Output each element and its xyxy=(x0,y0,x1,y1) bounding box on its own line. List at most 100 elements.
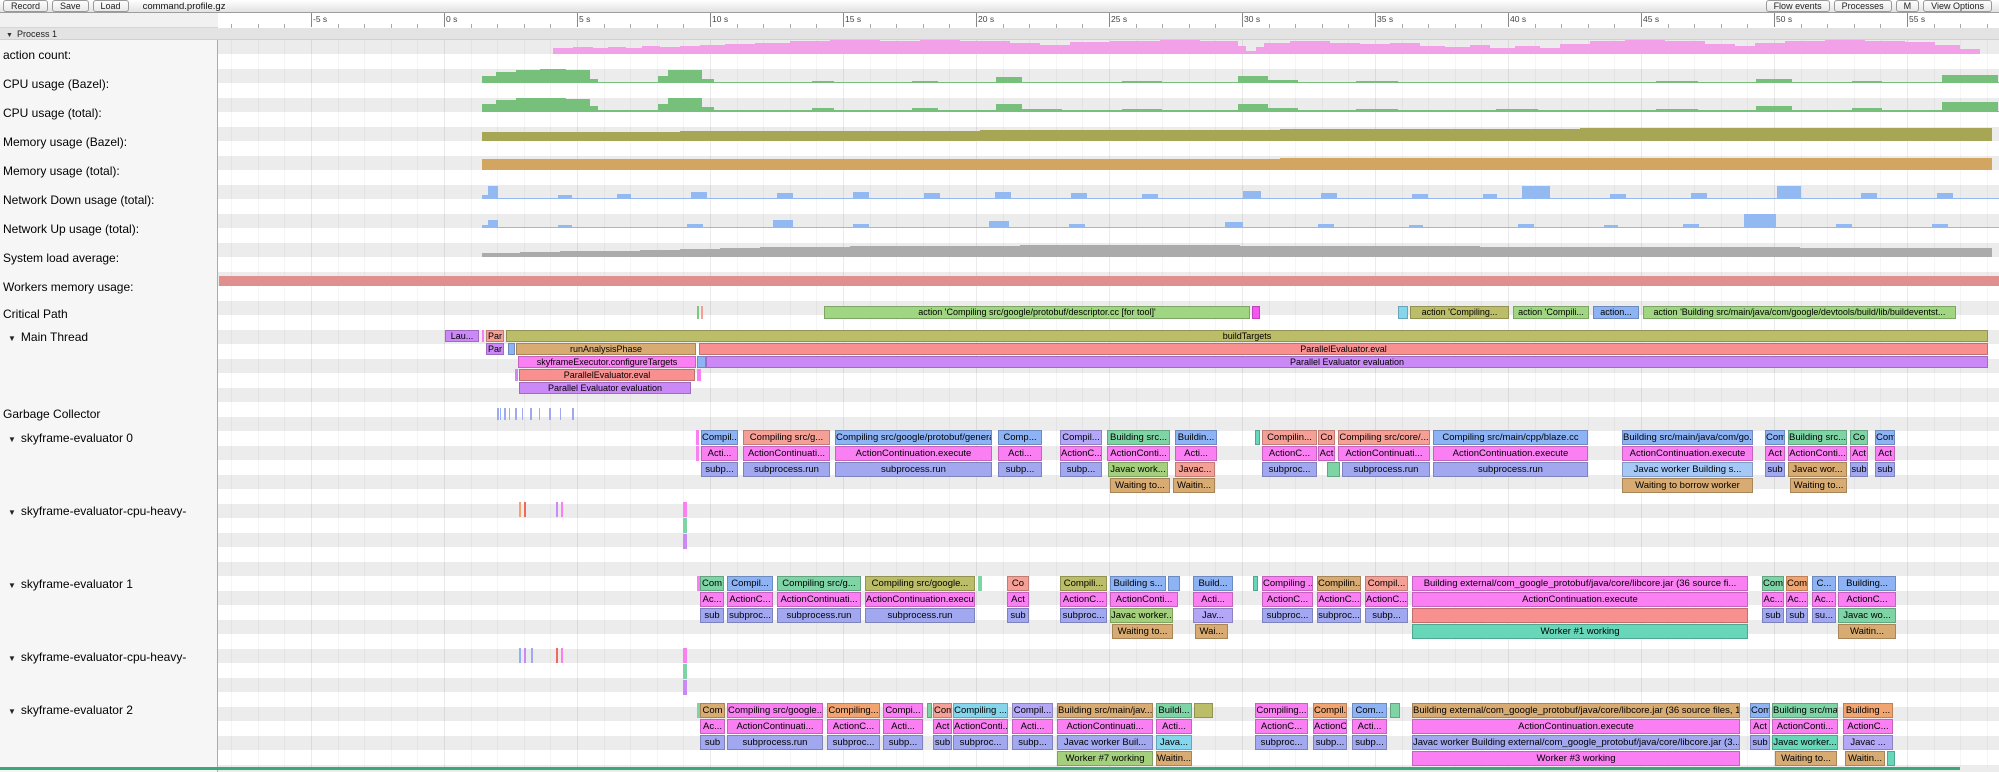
trace-slice[interactable]: sub xyxy=(1750,735,1770,750)
counter-bar-cpu-usage-bazel[interactable] xyxy=(1268,80,1298,83)
trace-slice[interactable] xyxy=(549,408,551,420)
trace-slice[interactable]: Buildi... xyxy=(1156,703,1192,718)
counter-bar-network-up-usage[interactable] xyxy=(773,220,793,228)
trace-slice[interactable]: Building external/com_google_protobuf/ja… xyxy=(1412,703,1740,718)
counter-bar-workers-memory-usage[interactable] xyxy=(419,276,619,286)
trace-slice[interactable]: Act xyxy=(1750,719,1770,734)
trace-slice[interactable]: Com xyxy=(1786,576,1808,591)
trace-slice[interactable]: Act xyxy=(1318,446,1335,461)
trace-slice[interactable]: sub xyxy=(1786,608,1808,623)
counter-bar-action-count[interactable] xyxy=(960,41,1010,54)
counter-bar-cpu-usage-bazel[interactable] xyxy=(590,79,598,83)
trace-slice[interactable]: ActionC... xyxy=(827,719,880,734)
counter-bar-system-load-average[interactable] xyxy=(720,248,760,257)
counter-bar-action-count[interactable] xyxy=(1238,46,1246,54)
counter-bar-cpu-usage-bazel[interactable] xyxy=(996,77,1022,83)
trace-slice[interactable]: Compiling src/main/cpp/blaze.cc xyxy=(1433,430,1588,445)
counter-bar-cpu-usage-total[interactable] xyxy=(1698,110,1756,112)
counter-bar-workers-memory-usage[interactable] xyxy=(1619,276,1819,286)
counter-bar-cpu-usage-bazel[interactable] xyxy=(1022,82,1062,83)
collapse-arrow-icon[interactable]: ▼ xyxy=(8,435,16,444)
counter-bar-memory-usage-bazel[interactable] xyxy=(1480,129,1580,141)
counter-bar-workers-memory-usage[interactable] xyxy=(1219,276,1419,286)
counter-bar-cpu-usage-bazel[interactable] xyxy=(1852,81,1882,83)
counter-bar-cpu-usage-bazel[interactable] xyxy=(1656,81,1698,83)
counter-bar-action-count[interactable] xyxy=(1935,45,1960,54)
trace-slice[interactable] xyxy=(524,648,526,663)
counter-bar-cpu-usage-bazel[interactable] xyxy=(1238,76,1268,83)
counter-bar-action-count[interactable] xyxy=(1110,41,1160,54)
trace-slice[interactable] xyxy=(1255,430,1260,445)
trace-slice[interactable]: Compil... xyxy=(1060,430,1102,445)
trace-slice[interactable] xyxy=(572,408,574,420)
trace-slice[interactable]: Worker #3 working xyxy=(1412,751,1740,766)
counter-bar-memory-usage-bazel[interactable] xyxy=(780,131,880,141)
trace-slice[interactable] xyxy=(696,430,699,445)
trace-slice[interactable]: Acti... xyxy=(1193,592,1233,607)
counter-bar-cpu-usage-total[interactable] xyxy=(598,110,658,112)
counter-bar-action-count[interactable] xyxy=(1625,40,1665,54)
trace-slice[interactable]: Compiling src/google... xyxy=(865,576,975,591)
counter-bar-cpu-usage-bazel[interactable] xyxy=(482,76,496,83)
counter-bar-workers-memory-usage[interactable] xyxy=(1019,276,1219,286)
load-button[interactable]: Load xyxy=(93,0,129,12)
view-options-button[interactable]: View Options xyxy=(1923,0,1992,12)
trace-slice[interactable]: action... xyxy=(1593,306,1639,319)
trace-slice[interactable] xyxy=(530,408,532,420)
counter-bar-cpu-usage-bazel[interactable] xyxy=(1398,82,1496,83)
trace-slice[interactable]: Waiting to... xyxy=(1112,624,1173,639)
counter-bar-network-up-usage[interactable] xyxy=(558,225,572,228)
counter-bar-network-down-usage[interactable] xyxy=(1522,186,1550,199)
counter-bar-system-load-average[interactable] xyxy=(1020,245,1080,257)
counter-bar-workers-memory-usage[interactable] xyxy=(819,276,1019,286)
trace-slice[interactable] xyxy=(683,664,687,679)
trace-slice[interactable]: Building... xyxy=(1838,576,1896,591)
trace-slice[interactable] xyxy=(515,408,517,420)
counter-bar-cpu-usage-total[interactable] xyxy=(1656,109,1698,112)
trace-slice[interactable]: action 'Building src/main/java/com/googl… xyxy=(1643,306,1956,319)
trace-slice[interactable] xyxy=(508,343,515,355)
trace-slice[interactable] xyxy=(504,408,506,420)
counter-bar-network-up-usage[interactable] xyxy=(1225,222,1243,228)
counter-bar-system-load-average[interactable] xyxy=(1160,245,1240,257)
counter-bar-cpu-usage-bazel[interactable] xyxy=(702,79,714,83)
counter-bar-cpu-usage-bazel[interactable] xyxy=(658,76,668,83)
trace-slice[interactable]: Building external/com_google_protobuf/ja… xyxy=(1412,576,1748,591)
trace-slice[interactable]: ActionContinuation.execute xyxy=(1433,446,1588,461)
row-label-skyframe-evaluator-1[interactable]: ▼skyframe-evaluator 1 xyxy=(8,577,133,591)
trace-slice[interactable]: subproc... xyxy=(1262,462,1317,477)
counter-bar-system-load-average[interactable] xyxy=(1880,248,1992,257)
trace-slice[interactable]: Building src/main/jav... xyxy=(1057,703,1153,718)
counter-bar-cpu-usage-bazel[interactable] xyxy=(812,81,834,83)
counter-bar-cpu-usage-total[interactable] xyxy=(1756,106,1792,112)
counter-bar-network-down-usage[interactable] xyxy=(1777,186,1801,199)
counter-bar-action-count[interactable] xyxy=(755,43,790,54)
counter-bar-cpu-usage-bazel[interactable] xyxy=(714,82,812,83)
counter-bar-action-count[interactable] xyxy=(1755,43,1785,54)
counter-bar-cpu-usage-total[interactable] xyxy=(496,100,516,112)
counter-bar-action-count[interactable] xyxy=(1960,49,1980,54)
trace-slice[interactable]: Waiting to borrow worker xyxy=(1622,478,1753,493)
counter-bar-cpu-usage-bazel[interactable] xyxy=(496,72,516,83)
counter-bar-cpu-usage-total[interactable] xyxy=(1882,110,1942,112)
trace-slice[interactable]: Compiling... xyxy=(827,703,880,718)
counter-bar-action-count[interactable] xyxy=(1420,46,1445,54)
counter-bar-system-load-average[interactable] xyxy=(800,247,850,257)
row-label-skyframe-evaluator-0[interactable]: ▼skyframe-evaluator 0 xyxy=(8,431,133,445)
counter-bar-action-count[interactable] xyxy=(1515,46,1540,54)
trace-slice[interactable]: runAnalysisPhase xyxy=(516,343,696,355)
trace-slice[interactable] xyxy=(1327,462,1340,477)
counter-bar-cpu-usage-bazel[interactable] xyxy=(1756,79,1792,83)
counter-bar-action-count[interactable] xyxy=(1070,42,1110,54)
trace-slice[interactable]: Com xyxy=(1750,703,1770,718)
trace-slice[interactable]: Com... xyxy=(1352,703,1387,718)
counter-bar-network-up-usage[interactable] xyxy=(989,221,1009,228)
counter-bar-action-count[interactable] xyxy=(1470,45,1490,54)
trace-slice[interactable] xyxy=(519,648,521,663)
counter-bar-cpu-usage-bazel[interactable] xyxy=(1356,81,1398,83)
counter-bar-network-up-usage[interactable] xyxy=(1409,225,1423,229)
trace-slice[interactable]: skyframeExecutor.configureTargets xyxy=(518,356,696,368)
trace-slice[interactable]: Compiling src/g... xyxy=(743,430,830,445)
trace-slice[interactable]: Javac wor... xyxy=(1788,462,1847,477)
counter-bar-action-count[interactable] xyxy=(1705,44,1735,55)
